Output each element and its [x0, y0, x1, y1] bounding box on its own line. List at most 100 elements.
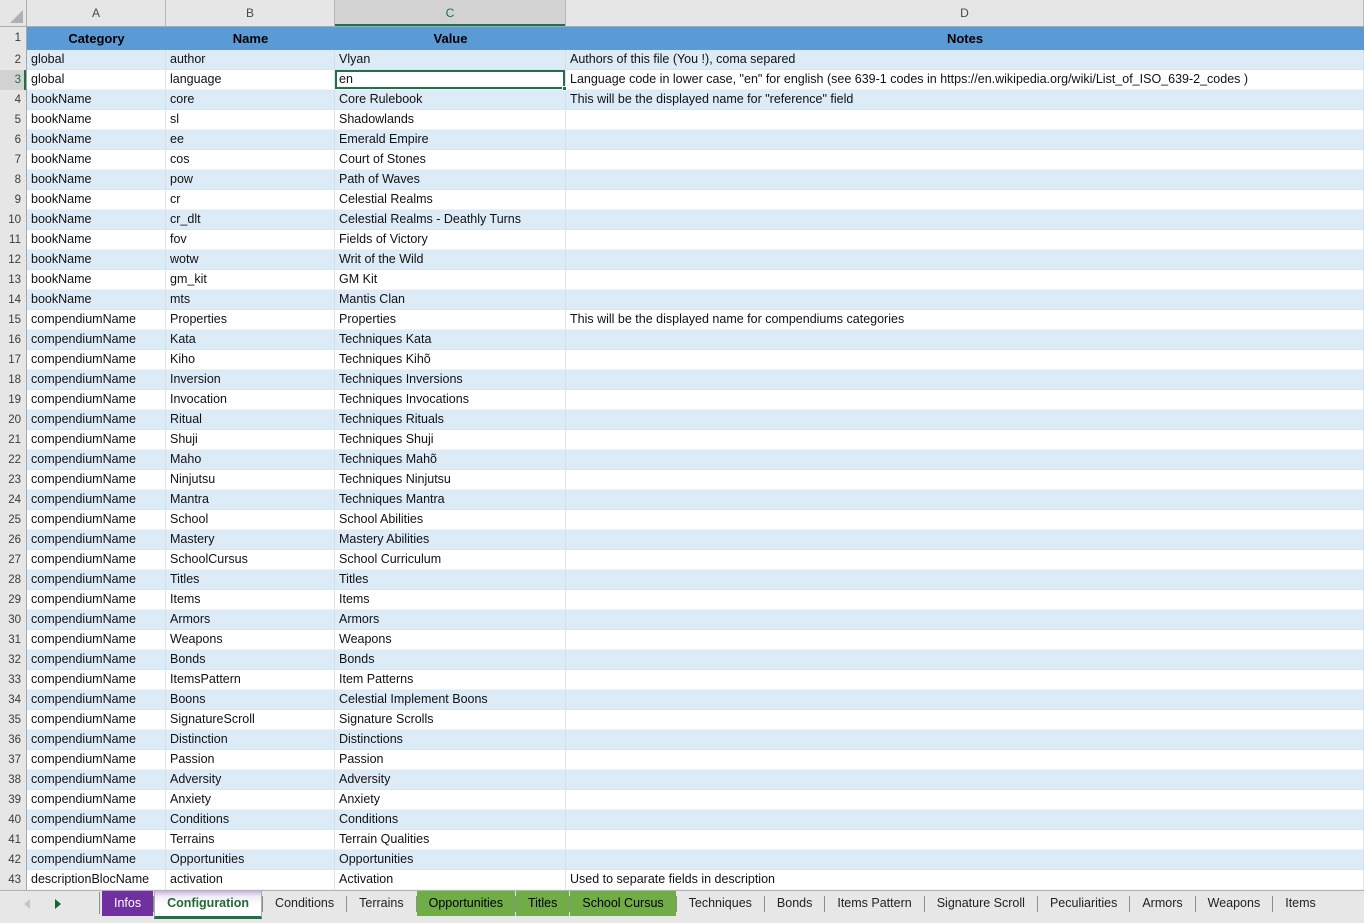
table-cell[interactable]: compendiumName: [27, 650, 166, 670]
table-cell[interactable]: [566, 790, 1364, 810]
column-header-A[interactable]: A: [27, 0, 166, 26]
table-cell[interactable]: [566, 610, 1364, 630]
table-cell[interactable]: Opportunities: [335, 850, 566, 870]
table-cell[interactable]: [566, 470, 1364, 490]
column-header-C[interactable]: C: [335, 0, 566, 26]
sheet-tab-bonds[interactable]: Bonds: [765, 891, 824, 916]
table-cell[interactable]: GM Kit: [335, 270, 566, 290]
table-cell[interactable]: [566, 850, 1364, 870]
row-number-23[interactable]: 23: [0, 470, 27, 490]
row-number-35[interactable]: 35: [0, 710, 27, 730]
table-cell[interactable]: [566, 750, 1364, 770]
table-cell[interactable]: bookName: [27, 270, 166, 290]
table-cell[interactable]: Language code in lower case, "en" for en…: [566, 70, 1364, 90]
table-cell[interactable]: Adversity: [335, 770, 566, 790]
table-cell[interactable]: compendiumName: [27, 390, 166, 410]
table-cell[interactable]: compendiumName: [27, 490, 166, 510]
row-number-36[interactable]: 36: [0, 730, 27, 750]
row-number-32[interactable]: 32: [0, 650, 27, 670]
table-cell[interactable]: bookName: [27, 190, 166, 210]
table-cell[interactable]: Titles: [166, 570, 335, 590]
row-number-43[interactable]: 43: [0, 870, 27, 890]
table-cell[interactable]: wotw: [166, 250, 335, 270]
table-cell[interactable]: compendiumName: [27, 810, 166, 830]
table-cell[interactable]: Conditions: [166, 810, 335, 830]
row-number-7[interactable]: 7: [0, 150, 27, 170]
table-cell[interactable]: [566, 650, 1364, 670]
row-number-20[interactable]: 20: [0, 410, 27, 430]
table-cell[interactable]: Techniques Kihõ: [335, 350, 566, 370]
table-cell[interactable]: Opportunities: [166, 850, 335, 870]
table-cell[interactable]: global: [27, 70, 166, 90]
table-cell[interactable]: compendiumName: [27, 830, 166, 850]
table-cell[interactable]: SchoolCursus: [166, 550, 335, 570]
table-cell[interactable]: Properties: [335, 310, 566, 330]
table-cell[interactable]: Emerald Empire: [335, 130, 566, 150]
sheet-tab-items[interactable]: Items: [1273, 891, 1328, 916]
table-cell[interactable]: Celestial Realms - Deathly Turns: [335, 210, 566, 230]
table-cell[interactable]: bookName: [27, 210, 166, 230]
sheet-tab-peculiarities[interactable]: Peculiarities: [1038, 891, 1129, 916]
sheet-tab-items-pattern[interactable]: Items Pattern: [825, 891, 923, 916]
table-cell[interactable]: Core Rulebook: [335, 90, 566, 110]
table-cell[interactable]: compendiumName: [27, 730, 166, 750]
row-number-30[interactable]: 30: [0, 610, 27, 630]
sheet-scroll-left-icon[interactable]: [24, 899, 30, 909]
table-cell[interactable]: Celestial Realms: [335, 190, 566, 210]
sheet-tab-opportunities[interactable]: Opportunities: [417, 891, 515, 916]
table-cell[interactable]: compendiumName: [27, 510, 166, 530]
table-cell[interactable]: compendiumName: [27, 590, 166, 610]
table-cell[interactable]: Shadowlands: [335, 110, 566, 130]
row-number-2[interactable]: 2: [0, 50, 27, 70]
table-cell[interactable]: [566, 170, 1364, 190]
table-cell[interactable]: compendiumName: [27, 370, 166, 390]
row-number-10[interactable]: 10: [0, 210, 27, 230]
table-cell[interactable]: [566, 710, 1364, 730]
table-cell[interactable]: compendiumName: [27, 430, 166, 450]
table-cell[interactable]: Adversity: [166, 770, 335, 790]
table-cell[interactable]: This will be the displayed name for "ref…: [566, 90, 1364, 110]
table-cell[interactable]: descriptionBlocName: [27, 870, 166, 890]
table-cell[interactable]: [566, 590, 1364, 610]
table-cell[interactable]: compendiumName: [27, 550, 166, 570]
sheet-tab-configuration[interactable]: Configuration: [154, 891, 262, 919]
table-cell[interactable]: Maho: [166, 450, 335, 470]
table-cell[interactable]: bookName: [27, 250, 166, 270]
column-header-D[interactable]: D: [566, 0, 1364, 26]
table-cell[interactable]: Signature Scrolls: [335, 710, 566, 730]
row-number-33[interactable]: 33: [0, 670, 27, 690]
table-cell[interactable]: Weapons: [335, 630, 566, 650]
table-cell[interactable]: compendiumName: [27, 770, 166, 790]
table-cell[interactable]: School: [166, 510, 335, 530]
sheet-tab-techniques[interactable]: Techniques: [677, 891, 764, 916]
row-number-13[interactable]: 13: [0, 270, 27, 290]
table-cell[interactable]: Anxiety: [166, 790, 335, 810]
row-number-12[interactable]: 12: [0, 250, 27, 270]
table-cell[interactable]: Vlyan: [335, 50, 566, 70]
row-number-4[interactable]: 4: [0, 90, 27, 110]
row-number-26[interactable]: 26: [0, 530, 27, 550]
table-cell[interactable]: Shuji: [166, 430, 335, 450]
row-number-29[interactable]: 29: [0, 590, 27, 610]
table-cell[interactable]: [566, 330, 1364, 350]
table-cell[interactable]: [566, 230, 1364, 250]
table-cell[interactable]: Techniques Mantra: [335, 490, 566, 510]
table-cell[interactable]: compendiumName: [27, 330, 166, 350]
table-cell[interactable]: Mantra: [166, 490, 335, 510]
table-column-header[interactable]: Value: [335, 27, 566, 50]
table-cell[interactable]: Techniques Shuji: [335, 430, 566, 450]
row-number-24[interactable]: 24: [0, 490, 27, 510]
table-cell[interactable]: Invocation: [166, 390, 335, 410]
table-cell[interactable]: [566, 290, 1364, 310]
table-cell[interactable]: [566, 830, 1364, 850]
table-cell[interactable]: language: [166, 70, 335, 90]
row-number-9[interactable]: 9: [0, 190, 27, 210]
table-cell[interactable]: compendiumName: [27, 630, 166, 650]
table-cell[interactable]: Item Patterns: [335, 670, 566, 690]
table-cell[interactable]: Items: [166, 590, 335, 610]
sheet-tab-titles[interactable]: Titles: [516, 891, 569, 916]
table-cell[interactable]: Boons: [166, 690, 335, 710]
table-cell[interactable]: [566, 110, 1364, 130]
table-cell[interactable]: [566, 150, 1364, 170]
table-cell[interactable]: compendiumName: [27, 670, 166, 690]
